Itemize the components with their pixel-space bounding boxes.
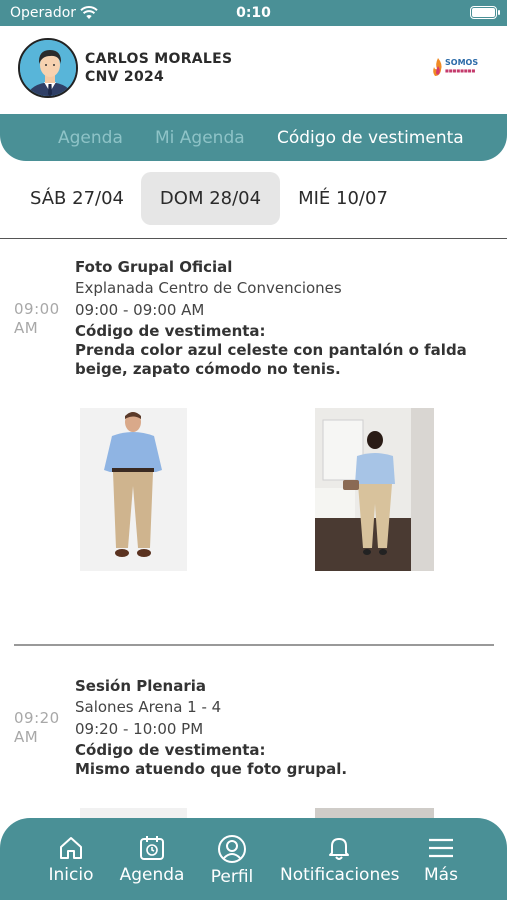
dress-code-text: Mismo atuendo que foto grupal. <box>75 760 348 778</box>
divider <box>14 644 494 646</box>
agenda-item[interactable]: 09:20 AM Sesión Plenaria Salones Arena 1 … <box>0 677 507 818</box>
nav-agenda[interactable]: Agenda <box>116 834 188 885</box>
logo-text: SOMOS <box>445 58 479 67</box>
date-option-selected[interactable]: DOM 28/04 <box>141 172 280 225</box>
dress-code-photo-woman <box>315 408 434 571</box>
nav-notificaciones[interactable]: Notificaciones <box>280 834 400 885</box>
calendar-icon <box>116 834 188 862</box>
dress-code-label: Código de vestimenta: <box>75 322 266 340</box>
start-time: 09:20 AM <box>14 709 60 746</box>
dress-code-label: Código de vestimenta: <box>75 741 266 759</box>
event-logo: SOMOS ■■■■■■■■ <box>432 56 488 80</box>
clock: 0:10 <box>236 5 271 21</box>
tab-mi-agenda[interactable]: Mi Agenda <box>155 128 245 148</box>
nav-perfil[interactable]: Perfil <box>202 834 262 887</box>
section-tabs: Agenda Mi Agenda Código de vestimenta <box>0 114 507 161</box>
nav-label: Notificaciones <box>280 865 400 885</box>
event-time-range: 09:20 - 10:00 PM <box>75 720 204 738</box>
avatar[interactable] <box>18 38 78 98</box>
menu-icon <box>412 834 470 862</box>
date-selector: SÁB 27/04 DOM 28/04 MIÉ 10/07 <box>0 161 507 239</box>
user-name: CARLOS MORALES <box>85 51 233 67</box>
profile-header: CARLOS MORALES CNV 2024 SOMOS ■■■■■■■■ <box>0 26 507 114</box>
battery-icon <box>470 6 500 19</box>
nav-label: Más <box>424 865 458 885</box>
nav-label: Agenda <box>119 865 185 885</box>
nav-label: Perfil <box>210 867 254 887</box>
tab-agenda[interactable]: Agenda <box>58 128 123 148</box>
event-time-range: 09:00 - 09:00 AM <box>75 301 205 319</box>
tab-codigo-vestimenta[interactable]: Código de vestimenta <box>277 128 464 148</box>
start-time: 09:00 AM <box>14 300 60 337</box>
date-option[interactable]: SÁB 27/04 <box>18 172 136 225</box>
dress-code-photo-woman <box>315 808 434 818</box>
nav-inicio[interactable]: Inicio <box>40 834 102 885</box>
home-icon <box>40 834 102 862</box>
nav-mas[interactable]: Más <box>412 834 470 885</box>
event-name: CNV 2024 <box>85 69 165 85</box>
dress-code-text: Prenda color azul celeste con pantalón o… <box>75 341 467 378</box>
bell-icon <box>280 834 398 862</box>
profile-icon <box>202 834 262 864</box>
nav-label: Inicio <box>48 865 94 885</box>
event-title: Foto Grupal Oficial <box>75 258 233 276</box>
logo-subline: ■■■■■■■■ <box>445 68 476 73</box>
status-bar: Operador 0:10 <box>0 0 507 26</box>
dress-code-photo-man <box>80 408 187 571</box>
bottom-navigation: Inicio Agenda Perfil Notificaciones Más <box>0 818 507 900</box>
event-location: Explanada Centro de Convenciones <box>75 279 342 297</box>
agenda-item[interactable]: 09:00 AM Foto Grupal Oficial Explanada Ce… <box>0 258 507 648</box>
date-option[interactable]: MIÉ 10/07 <box>284 172 402 225</box>
event-location: Salones Arena 1 - 4 <box>75 698 222 716</box>
event-title: Sesión Plenaria <box>75 677 207 695</box>
dress-code-photo-man <box>80 808 187 818</box>
